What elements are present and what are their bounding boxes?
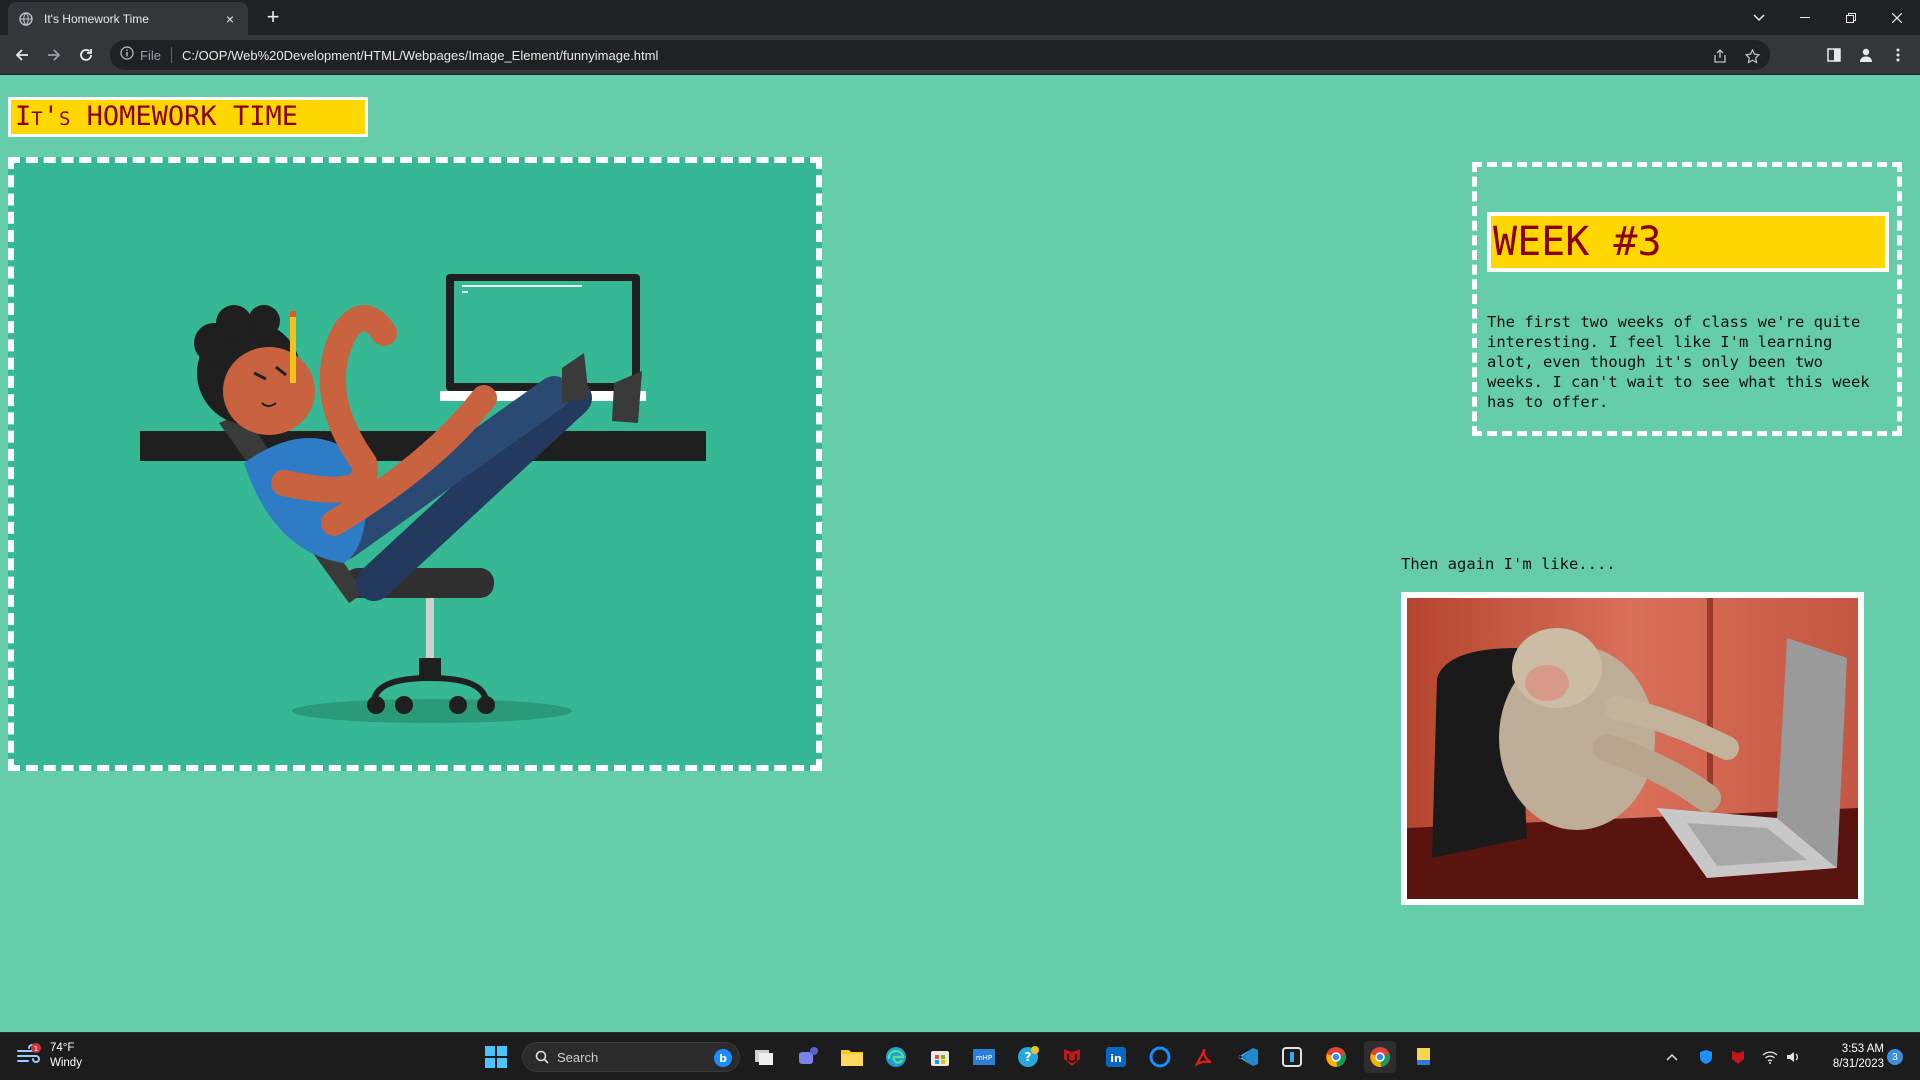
search-icon (535, 1050, 549, 1064)
globe-icon (18, 11, 34, 27)
acrobat-icon[interactable] (1188, 1041, 1220, 1073)
svg-text:b: b (719, 1052, 727, 1065)
homework-illustration (8, 157, 822, 771)
url-scheme-label: File (140, 47, 161, 63)
weather-widget[interactable]: 1 74°F Windy (16, 1041, 82, 1071)
svg-text:?: ? (1025, 1050, 1032, 1064)
bookmark-star-icon[interactable] (1742, 46, 1762, 66)
microsoft-store-icon[interactable] (924, 1041, 956, 1073)
share-icon[interactable] (1710, 46, 1730, 66)
browser-tab[interactable]: It's Homework Time × (8, 2, 248, 35)
side-panel-icon[interactable] (1820, 41, 1848, 69)
weather-condition: Windy (50, 1057, 82, 1069)
tab-close-icon[interactable]: × (222, 11, 238, 27)
menu-kebab-icon[interactable] (1884, 41, 1912, 69)
page-heading: It's HOMEWORK TIME (8, 97, 368, 137)
monkey-caption: Then again I'm like.... (1401, 555, 1616, 573)
week-description: The first two weeks of class we're quite… (1487, 313, 1870, 411)
weather-temp: 74°F (50, 1042, 75, 1054)
vscode-icon[interactable] (1232, 1041, 1264, 1073)
clock-date: 8/31/2023 (1832, 1058, 1884, 1070)
taskbar-search[interactable]: Search b (522, 1042, 740, 1072)
clock-time: 3:53 AM (1841, 1043, 1884, 1055)
windows-start-icon[interactable] (480, 1041, 512, 1073)
teams-chat-icon[interactable] (792, 1041, 824, 1073)
wifi-icon[interactable] (1758, 1041, 1782, 1073)
url-text[interactable]: C:/OOP/Web%20Development/HTML/Webpages/I… (182, 48, 658, 63)
remote-app-icon[interactable] (1276, 1041, 1308, 1073)
reload-icon[interactable] (72, 41, 100, 69)
task-view-icon[interactable] (748, 1041, 780, 1073)
browser-toolbar: File C:/OOP/Web%20Development/HTML/Webpa… (0, 35, 1920, 75)
week-card: WEEK #3 The first two weeks of class we'… (1472, 162, 1902, 436)
tray-chevron-up-icon[interactable] (1660, 1041, 1684, 1073)
mcafee-icon[interactable] (1056, 1041, 1088, 1073)
chrome-profile-icon[interactable] (1320, 1041, 1352, 1073)
svg-text:1: 1 (34, 1045, 38, 1053)
tray-clock[interactable]: 3:53 AM 8/31/2023 (1833, 1042, 1884, 1072)
restore-icon[interactable] (1828, 0, 1874, 35)
edge-icon[interactable] (880, 1041, 912, 1073)
notepad-icon[interactable] (1408, 1041, 1440, 1073)
back-arrow-icon[interactable] (8, 41, 36, 69)
tab-search-icon[interactable] (1736, 0, 1782, 35)
search-placeholder: Search (557, 1049, 599, 1065)
profile-icon[interactable] (1852, 41, 1880, 69)
windows-taskbar: 1 74°F Windy Search b mHP ? in 3:53 AM 8… (0, 1032, 1920, 1080)
info-icon[interactable] (120, 45, 134, 65)
monkey-typing-image (1401, 592, 1864, 905)
defender-icon[interactable] (1694, 1041, 1718, 1073)
tab-title: It's Homework Time (44, 11, 149, 26)
week-title: WEEK #3 (1487, 212, 1889, 272)
file-explorer-icon[interactable] (836, 1041, 868, 1073)
minimize-icon[interactable] (1782, 0, 1828, 35)
mypc-app-icon[interactable]: mHP (968, 1041, 1000, 1073)
chrome-icon[interactable] (1364, 1041, 1396, 1073)
linkedin-icon[interactable]: in (1100, 1041, 1132, 1073)
cortana-icon[interactable] (1144, 1041, 1176, 1073)
weather-icon: 1 (16, 1042, 42, 1070)
mcafee-tray-icon[interactable] (1726, 1041, 1750, 1073)
omnibox-separator (170, 47, 172, 63)
browser-tab-bar: It's Homework Time × + (0, 0, 1920, 35)
bing-icon[interactable]: b (713, 1048, 733, 1068)
new-tab-button[interactable]: + (260, 5, 286, 31)
address-bar[interactable]: File C:/OOP/Web%20Development/HTML/Webpa… (110, 40, 1770, 70)
svg-text:in: in (1110, 1052, 1122, 1065)
volume-icon[interactable] (1782, 1041, 1806, 1073)
forward-arrow-icon[interactable] (40, 41, 68, 69)
close-window-icon[interactable] (1874, 0, 1920, 35)
help-icon[interactable]: ? (1012, 1041, 1044, 1073)
svg-text:mHP: mHP (976, 1054, 992, 1062)
notification-badge[interactable]: 3 (1882, 1041, 1908, 1073)
notification-count: 3 (1892, 1051, 1898, 1063)
